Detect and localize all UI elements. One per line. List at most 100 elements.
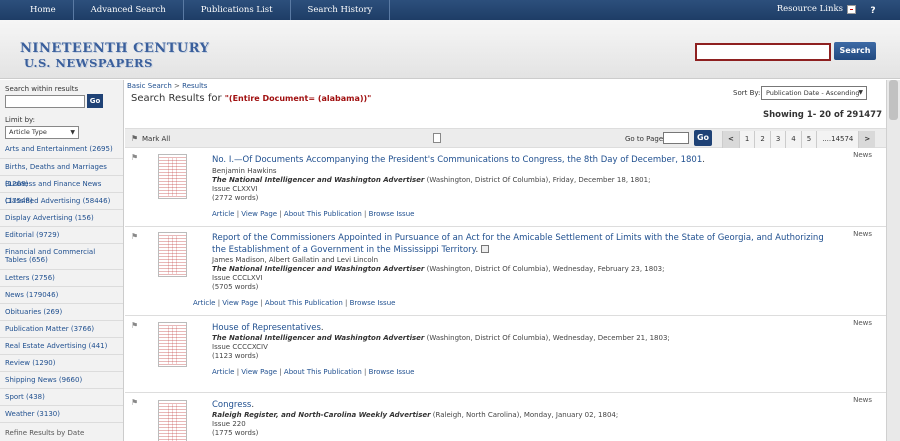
facet-item[interactable]: Publication Matter (3766) (0, 321, 123, 338)
result-words: (2772 words) (212, 194, 259, 202)
result-place-date: (Washington, District Of Columbia), Wedn… (426, 334, 670, 342)
pager-prev[interactable]: < (722, 131, 739, 148)
pager-page[interactable]: 3 (769, 131, 786, 148)
result-type: News (853, 396, 872, 404)
search-button[interactable]: Search (834, 42, 876, 60)
sidebar: Search within results Go Limit by: Artic… (0, 80, 124, 441)
facet-item[interactable]: Sport (438) (0, 389, 123, 406)
facet-item[interactable]: Arts and Entertainment (2695) (0, 142, 123, 159)
resource-links[interactable]: Resource Links (777, 0, 856, 18)
about-publication-link[interactable]: About This Publication (265, 299, 343, 307)
result-place-date: (Raleigh, North Carolina), Monday, Janua… (432, 411, 619, 419)
search-input[interactable] (695, 43, 831, 61)
browse-issue-link[interactable]: Browse Issue (369, 368, 415, 376)
goto-page-button[interactable]: Go (694, 130, 712, 146)
facet-item[interactable]: Weather (3130) (0, 406, 123, 423)
header: NINETEENTH CENTURY U.S. NEWSPAPERS Searc… (0, 20, 900, 79)
result-title[interactable]: House of Representatives. (212, 322, 837, 334)
sort-select[interactable]: Publication Date - Ascending ▼ (761, 86, 867, 100)
result-item: ⚑ No. I.—Of Documents Accompanying the P… (125, 149, 886, 227)
result-source: The National Intelligencer and Washingto… (212, 265, 664, 274)
result-title[interactable]: No. I.—Of Documents Accompanying the Pre… (212, 154, 837, 166)
article-link[interactable]: Article (212, 210, 234, 218)
article-link[interactable]: Article (212, 368, 234, 376)
result-title[interactable]: Congress. (212, 399, 837, 411)
sort-select-value: Publication Date - Ascending (766, 89, 860, 97)
breadcrumb-basic-search[interactable]: Basic Search (127, 82, 172, 90)
page-thumbnail[interactable] (158, 322, 187, 367)
scrollbar-thumb[interactable] (889, 80, 898, 120)
pager-page[interactable]: 2 (754, 131, 770, 148)
page-thumbnail[interactable] (158, 154, 187, 199)
result-place-date: (Washington, District Of Columbia), Frid… (426, 176, 651, 184)
pager-page[interactable]: 4 (785, 131, 801, 148)
result-links: Article | View Page | About This Publica… (212, 210, 415, 218)
view-page-link[interactable]: View Page (222, 299, 258, 307)
scrollbar[interactable] (886, 80, 900, 441)
goto-page-input[interactable] (663, 132, 689, 144)
facet-item[interactable]: News (179046) (0, 287, 123, 304)
pager-page[interactable]: 5 (800, 131, 817, 148)
results-heading-label: Search Results for (131, 93, 222, 104)
flag-icon[interactable]: ⚑ (131, 134, 138, 143)
view-page-link[interactable]: View Page (241, 210, 277, 218)
nav-search-history[interactable]: Search History (291, 0, 391, 20)
browse-issue-link[interactable]: Browse Issue (350, 299, 396, 307)
flag-icon[interactable]: ⚑ (131, 321, 138, 330)
result-publication: Raleigh Register, and North-Carolina Wee… (212, 411, 431, 419)
result-title[interactable]: Report of the Commissioners Appointed in… (212, 232, 837, 256)
search-within-go-button[interactable]: Go (87, 94, 103, 108)
article-type-select[interactable]: Article Type ▼ (5, 126, 79, 139)
view-page-link[interactable]: View Page (241, 368, 277, 376)
resource-links-label: Resource Links (776, 4, 843, 14)
flag-icon[interactable]: ⚑ (131, 232, 138, 241)
flag-icon[interactable]: ⚑ (131, 398, 138, 407)
result-item: ⚑ Report of the Commissioners Appointed … (125, 228, 886, 316)
result-links: Article | View Page | About This Publica… (193, 299, 396, 307)
result-source: Raleigh Register, and North-Carolina Wee… (212, 411, 618, 420)
results-heading: Search Results for "(Entire Document= (a… (131, 93, 371, 104)
browse-issue-link[interactable]: Browse Issue (369, 210, 415, 218)
about-publication-link[interactable]: About This Publication (284, 210, 362, 218)
facet-item[interactable]: Review (1290) (0, 355, 123, 372)
result-place-date: (Washington, District Of Columbia), Wedn… (426, 265, 665, 273)
document-icon[interactable] (433, 133, 441, 143)
copy-icon[interactable] (481, 245, 490, 253)
result-words: (1123 words) (212, 352, 259, 360)
breadcrumb-results[interactable]: Results (182, 82, 207, 90)
facet-item[interactable]: Letters (2756) (0, 270, 123, 287)
result-words: (5705 words) (212, 283, 259, 291)
refine-by-date-label[interactable]: Refine Results by Date (0, 423, 123, 439)
limit-by-label: Limit by: (5, 116, 36, 124)
facet-item[interactable]: Financial and Commercial Tables (656) (0, 244, 123, 270)
collapse-icon[interactable] (847, 4, 856, 14)
nav-home[interactable]: Home (0, 0, 74, 20)
nav-advanced-search[interactable]: Advanced Search (74, 0, 184, 20)
facet-item[interactable]: Business and Finance News (17548) (0, 176, 123, 205)
facet-item[interactable]: Real Estate Advertising (441) (0, 338, 123, 355)
facet-item[interactable]: Classified Advertising (58446) (0, 193, 123, 210)
article-link[interactable]: Article (193, 299, 215, 307)
facet-item[interactable]: Obituaries (269) (0, 304, 123, 321)
pager-last-page[interactable]: ....14574 (816, 131, 859, 148)
page-thumbnail[interactable] (158, 232, 187, 277)
facet-item[interactable]: Display Advertising (156) (0, 210, 123, 227)
help-button[interactable]: ? (866, 4, 880, 18)
result-issue: Issue 220 (212, 420, 246, 428)
page-thumbnail[interactable] (158, 400, 187, 441)
about-publication-link[interactable]: About This Publication (284, 368, 362, 376)
pager-next[interactable]: > (858, 131, 876, 148)
results-toolbar: ⚑ Mark All Go to Page: Go < 1 2 3 4 5 ..… (125, 128, 886, 148)
top-nav: Home Advanced Search Publications List S… (0, 0, 900, 20)
facet-item[interactable]: Editorial (9729) (0, 227, 123, 244)
facet-item[interactable]: Births, Deaths and Marriages (1268) (0, 159, 123, 188)
facet-item[interactable]: Shipping News (9660) (0, 372, 123, 389)
logo[interactable]: NINETEENTH CENTURY U.S. NEWSPAPERS (20, 42, 209, 71)
search-within-input[interactable] (5, 95, 85, 108)
nav-publications-list[interactable]: Publications List (184, 0, 291, 20)
flag-icon[interactable]: ⚑ (131, 153, 138, 162)
mark-all-link[interactable]: Mark All (142, 135, 170, 143)
pager-page[interactable]: 1 (738, 131, 755, 148)
result-words: (1775 words) (212, 429, 259, 437)
facet-list: Arts and Entertainment (2695) Births, De… (0, 142, 123, 439)
